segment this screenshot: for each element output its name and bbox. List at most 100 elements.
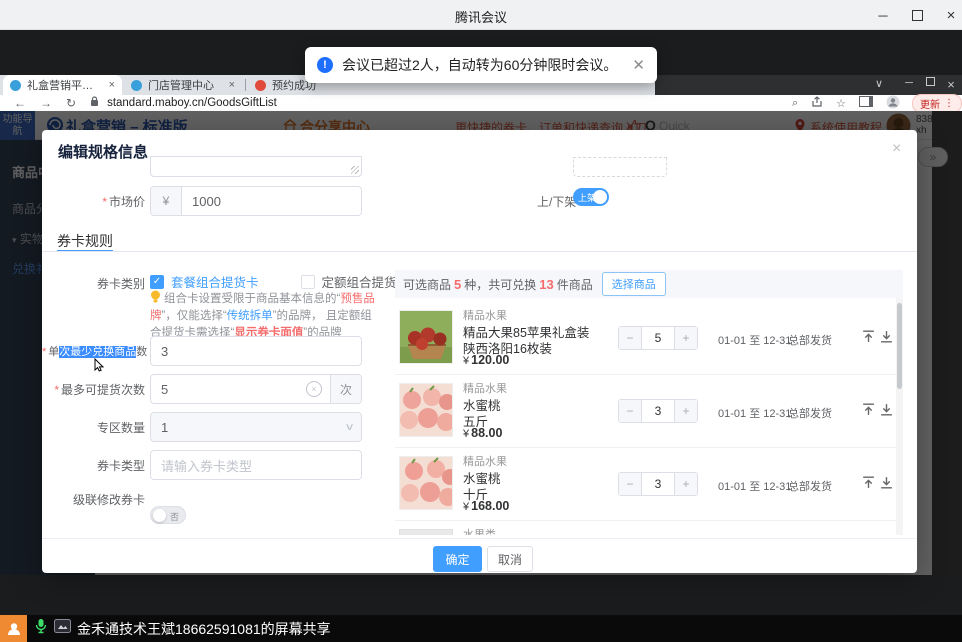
card-category-label: 券卡类别 xyxy=(42,275,145,292)
shared-maximize-icon[interactable] xyxy=(920,77,940,89)
bookmark-star-icon[interactable]: ☆ xyxy=(836,97,846,110)
scrollbar-thumb[interactable] xyxy=(897,303,902,389)
screen-share-icon xyxy=(54,619,71,638)
quantity-value[interactable]: 3 xyxy=(642,400,674,422)
move-bottom-icon[interactable] xyxy=(879,329,894,344)
checkbox-unchecked-icon[interactable] xyxy=(301,275,315,289)
share-bar-text: 金禾通技术王斌18662591081的屏幕共享 xyxy=(77,619,331,639)
picker-text: 种，共可兑换 xyxy=(464,276,536,293)
min-exchange-label: *单次最少兑换商品数 xyxy=(42,343,145,359)
shared-close-icon[interactable]: × xyxy=(941,77,961,92)
browser-tab-1[interactable]: 礼盒营销平台管理中心 × xyxy=(3,75,122,95)
microphone-icon xyxy=(35,618,47,639)
product-list-scrollbar[interactable] xyxy=(896,298,903,535)
update-label: 更新 xyxy=(920,96,940,111)
product-price: ¥88.00 xyxy=(463,426,502,440)
plus-button[interactable]: + xyxy=(674,473,697,495)
product-brand: 水果类 xyxy=(463,526,496,535)
plus-button[interactable]: + xyxy=(674,327,697,349)
presenter-icon xyxy=(0,615,27,642)
product-image-peaches xyxy=(399,383,453,437)
move-bottom-icon[interactable] xyxy=(879,402,894,417)
product-image-peaches xyxy=(399,456,453,510)
share-icon[interactable] xyxy=(811,96,823,111)
max-pickup-input[interactable]: 5 × 次 xyxy=(150,374,362,404)
tab-border xyxy=(42,251,917,252)
info-icon: ! xyxy=(317,57,333,73)
kebab-menu-icon[interactable]: ⋮ xyxy=(944,98,954,109)
modal-title: 编辑规格信息 xyxy=(58,141,148,162)
browser-tab-2[interactable]: 门店管理中心 × xyxy=(124,75,242,95)
zone-count-select[interactable]: 1 ∨ xyxy=(150,412,362,442)
tab-title: 门店管理中心 xyxy=(148,77,223,93)
cascade-toggle[interactable]: 否 xyxy=(150,506,186,524)
description-textarea[interactable] xyxy=(150,156,362,177)
zoom-icon[interactable]: ⌕ xyxy=(792,97,798,110)
checkbox-checked-icon[interactable]: ✓ xyxy=(150,275,164,289)
product-list: 精品水果 精品大果85苹果礼盒装 陕西洛阳16枚装 ¥120.00 − 5 + … xyxy=(395,298,903,535)
tab-close-icon[interactable]: × xyxy=(229,79,235,91)
confirm-button[interactable]: 确定 xyxy=(433,546,482,572)
tab-close-icon[interactable]: × xyxy=(109,79,115,91)
product-row: 精品水果 水蜜桃 五斤 ¥88.00 − 3 + 01-01 至 12-31 总… xyxy=(395,375,903,448)
back-icon[interactable]: ← xyxy=(14,96,26,110)
upload-box[interactable] xyxy=(573,157,667,177)
forward-icon[interactable]: → xyxy=(40,96,52,110)
card-type-label: 券卡类型 xyxy=(42,457,145,474)
move-bottom-icon[interactable] xyxy=(879,475,894,490)
picker-text: 件商品 xyxy=(557,276,593,293)
product-image xyxy=(399,529,453,535)
selectable-products-panel: 可选商品 5 种，共可兑换 13 件商品 选择商品 精品水果 精品大果85苹果礼… xyxy=(395,270,903,535)
sidepanel-icon[interactable] xyxy=(859,96,873,110)
minus-button[interactable]: − xyxy=(619,473,642,495)
move-top-icon[interactable] xyxy=(861,329,876,344)
minus-button[interactable]: − xyxy=(619,400,642,422)
move-top-icon[interactable] xyxy=(861,475,876,490)
shelf-toggle[interactable]: 上架 xyxy=(573,188,609,206)
modal-close-icon[interactable]: × xyxy=(892,140,901,158)
toggle-off-label: 否 xyxy=(170,510,179,523)
max-pickup-label: *最多可提货次数 xyxy=(42,381,145,398)
min-exchange-input[interactable]: 3 xyxy=(150,336,362,366)
profile-avatar-icon[interactable] xyxy=(886,95,900,112)
url-text[interactable]: standard.maboy.cn/GoodsGiftList xyxy=(107,97,277,109)
option-combo-card[interactable]: 套餐组合提货卡 xyxy=(171,272,259,291)
select-products-button[interactable]: 选择商品 xyxy=(602,272,666,296)
toast-close-icon[interactable]: ✕ xyxy=(632,56,645,74)
reload-icon[interactable]: ↻ xyxy=(66,96,76,110)
plus-button[interactable]: + xyxy=(674,400,697,422)
valid-date-range: 01-01 至 12-31 xyxy=(718,478,791,494)
meeting-toast: ! 会议已超过2人，自动转为60分钟限时会议。 ✕ xyxy=(305,47,657,83)
clear-icon[interactable]: × xyxy=(306,381,322,397)
valid-date-range: 01-01 至 12-31 xyxy=(718,405,791,421)
tab-favicon xyxy=(10,80,21,91)
shared-minimize-icon[interactable]: ─ xyxy=(899,77,919,89)
resize-handle[interactable] xyxy=(351,166,359,174)
min-exchange-value: 3 xyxy=(151,344,168,359)
card-type-placeholder: 请输入券卡类型 xyxy=(151,456,252,475)
currency-prefix: ¥ xyxy=(151,187,182,215)
browser-update-button[interactable]: 更新 ⋮ xyxy=(912,94,962,113)
card-type-input[interactable]: 请输入券卡类型 xyxy=(150,450,362,480)
minimize-icon[interactable]: ─ xyxy=(866,0,900,30)
toast-message: 会议已超过2人，自动转为60分钟限时会议。 xyxy=(342,55,617,75)
quantity-value[interactable]: 3 xyxy=(642,473,674,495)
move-top-icon[interactable] xyxy=(861,402,876,417)
market-price-label: *市场价 xyxy=(42,193,145,210)
close-icon[interactable]: × xyxy=(934,0,962,30)
chevron-down-icon[interactable]: ∨ xyxy=(869,77,889,90)
market-price-input[interactable]: ¥ 1000 xyxy=(150,186,362,216)
edit-spec-modal: 编辑规格信息 × *市场价 ¥ 1000 上/下架 上架 券卡规则 券卡类别 ✓… xyxy=(42,130,917,573)
product-image-apples xyxy=(399,310,453,364)
cancel-button[interactable]: 取消 xyxy=(487,546,533,572)
max-pickup-value: 5 xyxy=(151,382,168,397)
tab-card-rules[interactable]: 券卡规则 xyxy=(57,231,113,251)
quantity-stepper: − 5 + xyxy=(618,326,698,350)
toggle-knob xyxy=(593,190,607,204)
panel-header: 可选商品 5 种，共可兑换 13 件商品 选择商品 xyxy=(395,270,903,298)
minus-button[interactable]: − xyxy=(619,327,642,349)
product-brand: 精品水果 xyxy=(463,453,507,469)
quantity-value[interactable]: 5 xyxy=(642,327,674,349)
screen-share-bar: 金禾通技术王斌18662591081的屏幕共享 xyxy=(0,615,962,642)
maximize-icon[interactable] xyxy=(900,0,934,30)
